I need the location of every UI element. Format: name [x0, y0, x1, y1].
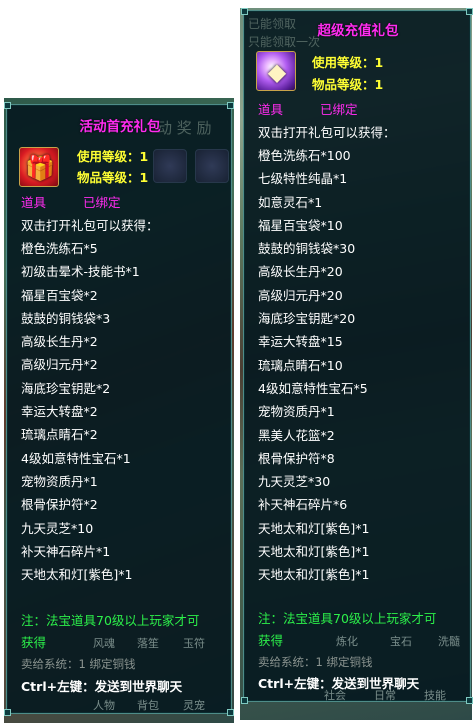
- list-item: 福星百宝袋*10: [258, 217, 343, 233]
- use-level: 使用等级：1: [312, 55, 384, 70]
- hud-label: 技能: [424, 689, 446, 702]
- item-level: 物品等级：1: [77, 170, 149, 185]
- ghost-slot-icon: [153, 149, 187, 183]
- list-item: 海底珍宝钥匙*20: [258, 311, 356, 327]
- use-level: 使用等级：1: [77, 149, 149, 164]
- first-recharge-gift-tooltip: 动 奖 励 活动首充礼包 🎁 使用等级：1 物品等级：1 道具 已绑定 双击打开…: [4, 102, 234, 717]
- bind-status: 已绑定: [83, 195, 121, 210]
- hud-bar-behind: 社会 日常 技能: [244, 687, 470, 702]
- crystal-glyph-icon: ◆: [267, 58, 287, 86]
- list-item: 高级长生丹*2: [21, 334, 98, 350]
- sell-price: 卖给系统：1 绑定铜钱: [258, 655, 373, 669]
- list-item: 福星百宝袋*2: [21, 287, 98, 303]
- hud-label: 灵宠: [183, 699, 205, 712]
- hud-bar-behind: 风魂 落笙 玉符: [7, 631, 231, 653]
- list-item: 高级归元丹*2: [21, 357, 98, 373]
- list-item: 天地太和灯[紫色]*1: [258, 520, 370, 536]
- list-item: 九天灵芝*30: [258, 474, 331, 490]
- item-type: 道具: [258, 102, 284, 117]
- hud-bar-behind: 炼化 宝石 洗髓: [244, 629, 470, 651]
- note-line-1: 注：法宝道具70级以上玩家才可: [258, 611, 437, 626]
- list-item: 初级击晕术-技能书*1: [21, 264, 140, 280]
- open-instruction: 双击打开礼包可以获得：: [21, 218, 159, 233]
- list-item: 天地太和灯[紫色]*1: [21, 567, 133, 583]
- sell-price: 卖给系统：1 绑定铜钱: [21, 657, 136, 671]
- hud-bar-behind: 人物 背包 灵宠: [7, 695, 231, 717]
- list-item: 天地太和灯[紫色]*1: [258, 567, 370, 583]
- item-title: 活动首充礼包: [79, 119, 161, 135]
- list-item: 宠物资质丹*1: [21, 473, 98, 489]
- list-item: 高级长生丹*20: [258, 264, 343, 280]
- list-item: 七级特性纯晶*1: [258, 171, 348, 187]
- hud-label: 背包: [137, 699, 159, 712]
- hud-label: 洗髓: [438, 635, 460, 648]
- item-type: 道具: [21, 195, 47, 210]
- hud-label: 人物: [93, 699, 115, 712]
- list-item: 根骨保护符*8: [258, 450, 335, 466]
- list-item: 鼓鼓的铜钱袋*30: [258, 241, 356, 257]
- list-item: 宠物资质丹*1: [258, 404, 335, 420]
- open-instruction: 双击打开礼包可以获得：: [258, 125, 396, 140]
- hud-label: 炼化: [336, 635, 358, 648]
- hud-label: 落笙: [137, 637, 159, 650]
- hud-label: 风魂: [93, 637, 115, 650]
- purple-crystal-box-icon[interactable]: ◆: [256, 51, 296, 91]
- hud-label: 日常: [374, 689, 396, 702]
- item-level: 物品等级：1: [312, 77, 384, 92]
- list-item: 天地太和灯[紫色]*1: [258, 544, 370, 560]
- corner-ornament: [4, 102, 11, 109]
- ghost-slot-icon: [195, 149, 229, 183]
- list-item: 九天灵芝*10: [21, 520, 94, 536]
- list-item: 根骨保护符*2: [21, 497, 98, 513]
- gift-glyph-icon: 🎁: [25, 154, 55, 182]
- list-item: 海底珍宝钥匙*2: [21, 380, 111, 396]
- list-item: 幸运大转盘*15: [258, 334, 343, 350]
- list-item: 鼓鼓的铜钱袋*3: [21, 310, 111, 326]
- list-item: 琉璃点睛石*2: [21, 427, 98, 443]
- list-item: 补天神石碎片*1: [21, 543, 111, 559]
- list-item: 如意灵石*1: [258, 194, 323, 210]
- super-recharge-gift-tooltip: 已能领取 只能领取一次 超级充值礼包 ◆ 使用等级：1 物品等级：1 道具 已绑…: [241, 8, 473, 704]
- hud-label: 宝石: [390, 635, 412, 648]
- gift-contents-list: 橙色洗练石*5 初级击晕术-技能书*1 福星百宝袋*2 鼓鼓的铜钱袋*3 高级长…: [21, 237, 140, 586]
- list-item: 4级如意特性宝石*5: [258, 380, 368, 396]
- hud-label: 玉符: [183, 637, 205, 650]
- list-item: 幸运大转盘*2: [21, 404, 98, 420]
- red-gift-box-icon[interactable]: 🎁: [19, 147, 59, 187]
- corner-ornament: [241, 8, 248, 15]
- list-item: 4级如意特性宝石*1: [21, 450, 131, 466]
- list-item: 补天神石碎片*6: [258, 497, 348, 513]
- list-item: 高级归元丹*20: [258, 287, 343, 303]
- note-line-1: 注：法宝道具70级以上玩家才可: [21, 613, 200, 628]
- list-item: 黑美人花篮*2: [258, 427, 335, 443]
- bind-status: 已绑定: [320, 102, 358, 117]
- corner-ornament: [466, 8, 473, 15]
- item-title: 超级充值礼包: [317, 23, 399, 39]
- hud-label: 社会: [324, 689, 346, 702]
- list-item: 橙色洗练石*5: [21, 241, 98, 256]
- list-item: 琉璃点睛石*10: [258, 357, 343, 373]
- list-item: 橙色洗练石*100: [258, 148, 351, 163]
- corner-ornament: [227, 102, 234, 109]
- gift-contents-list: 橙色洗练石*100 七级特性纯晶*1 如意灵石*1 福星百宝袋*10 鼓鼓的铜钱…: [258, 144, 369, 587]
